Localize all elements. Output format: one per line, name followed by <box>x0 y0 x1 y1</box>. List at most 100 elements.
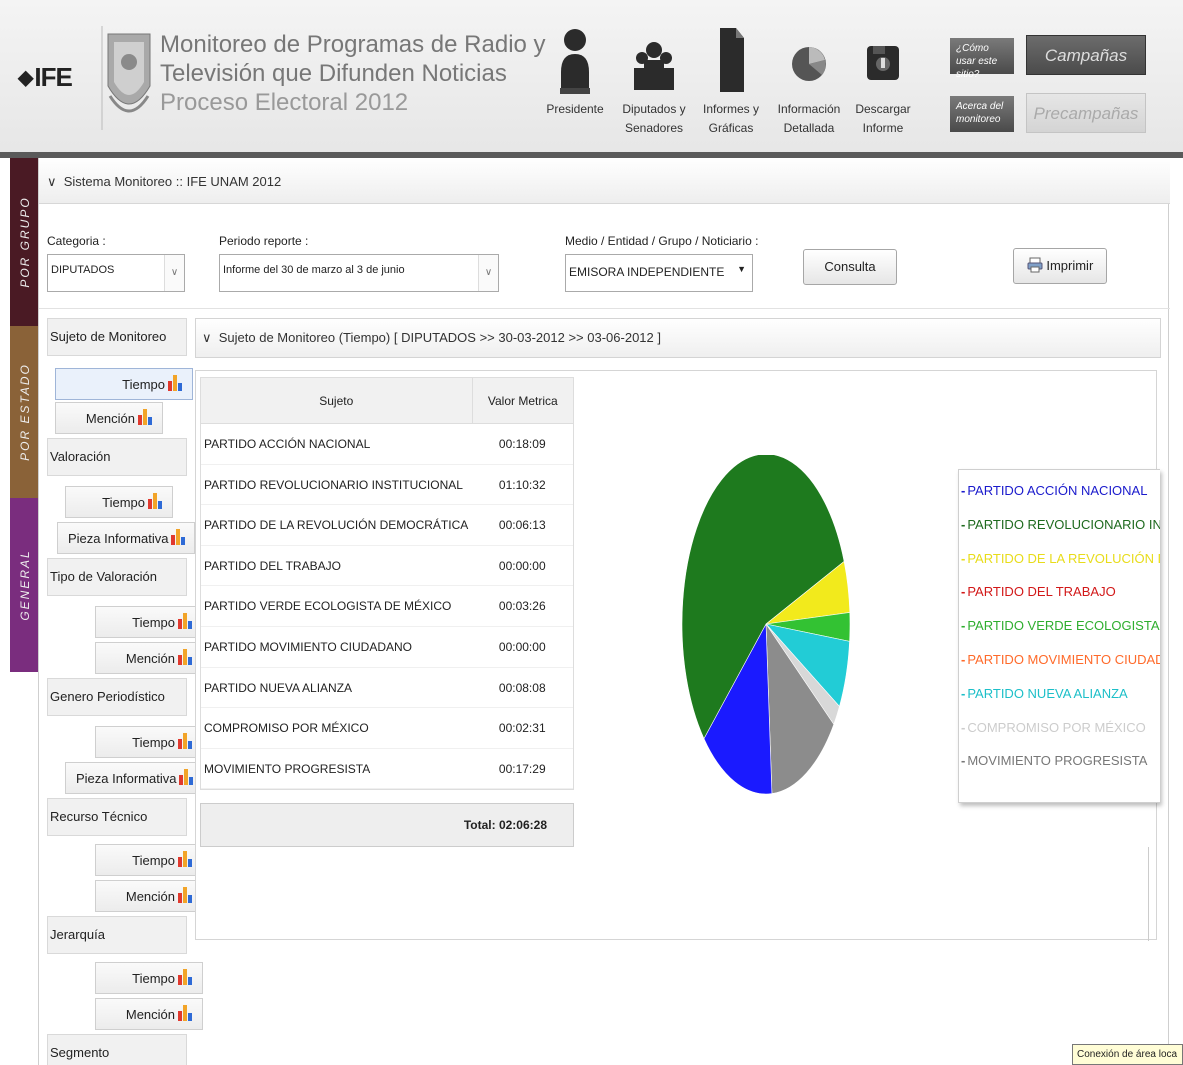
legend-swatch: - <box>961 516 966 532</box>
sidebar-report-button[interactable]: Tiempo <box>95 726 203 758</box>
nav-label: Diputados y Senadores <box>622 102 686 135</box>
sidebar-report-button[interactable]: Tiempo <box>95 844 203 876</box>
legend-item[interactable]: - PARTIDO DEL TRABAJO <box>959 575 1160 609</box>
legend-item[interactable]: - PARTIDO NUEVA ALIANZA <box>959 677 1160 711</box>
help-link[interactable]: ¿Cómo usar este sitio? <box>950 38 1014 80</box>
tab-general[interactable]: GENERAL <box>10 498 40 672</box>
sidebar-section-header[interactable]: Tipo de Valoración <box>47 558 187 596</box>
sidebar-section-header[interactable]: Genero Periodístico <box>47 678 187 716</box>
content-header-title: Sujeto de Monitoreo (Tiempo) [ DIPUTADOS… <box>218 330 661 345</box>
sidebar-section-header[interactable]: Sujeto de Monitoreo <box>47 318 187 356</box>
legend-item[interactable]: - PARTIDO REVOLUCIONARIO INS <box>959 508 1160 542</box>
nav-informes-graficas[interactable]: Informes y Gráficas <box>694 24 768 138</box>
main-frame: ∨ Sistema Monitoreo :: IFE UNAM 2012 Cat… <box>38 158 1170 1065</box>
legend-swatch: - <box>961 550 966 566</box>
system-bar: ∨ Sistema Monitoreo :: IFE UNAM 2012 <box>39 158 1170 204</box>
bar-chart-icon <box>135 409 152 426</box>
category-select[interactable]: DIPUTADOS ∨ <box>47 254 185 292</box>
nav-diputados-senadores[interactable]: Diputados y Senadores <box>616 24 692 138</box>
sidebar-button-label: Mención <box>125 889 175 904</box>
bar-chart-icon <box>176 769 194 786</box>
sidebar-report-button[interactable]: Pieza Informativa <box>65 762 203 794</box>
legend-item[interactable]: - PARTIDO MOVIMIENTO CIUDADA <box>959 643 1160 677</box>
sidebar-section-header[interactable]: Valoración <box>47 438 187 476</box>
print-label: Imprimir <box>1046 258 1094 273</box>
person-icon <box>560 29 590 94</box>
sidebar-report-button[interactable]: Tiempo <box>65 486 173 518</box>
nav-descargar-informe[interactable]: Descargar Informe <box>846 24 920 138</box>
cell-valor: 00:00:00 <box>498 639 546 654</box>
legend-item[interactable]: - PARTIDO ACCIÓN NACIONAL <box>959 474 1160 508</box>
sidebar-report-button[interactable]: Mención <box>95 642 203 674</box>
pie-chart-icon <box>792 47 826 81</box>
legend-label: PARTIDO DE LA REVOLUCIÓN DE <box>967 550 1160 566</box>
legend-label: COMPROMISO POR MÉXICO <box>967 719 1146 735</box>
category-value: DIPUTADOS <box>51 264 115 276</box>
nav-presidente[interactable]: Presidente <box>538 24 612 119</box>
app-title: Monitoreo de Programas de Radio y Televi… <box>160 30 546 117</box>
period-select[interactable]: Informe del 30 de marzo al 3 de junio ∨ <box>219 254 499 292</box>
legend-item[interactable]: - COMPROMISO POR MÉXICO <box>959 711 1160 745</box>
campaigns-button[interactable]: Campañas <box>1026 35 1146 75</box>
legend-item[interactable]: - PARTIDO DE LA REVOLUCIÓN DE <box>959 542 1160 576</box>
cell-valor: 00:02:31 <box>498 721 546 736</box>
sidebar-button-label: Pieza Informativa <box>76 771 177 786</box>
cell-valor: 01:10:32 <box>498 477 546 492</box>
cell-sujeto: PARTIDO MOVIMIENTO CIUDADANO <box>204 639 413 654</box>
table-row: PARTIDO REVOLUCIONARIO INSTITUCIONAL 01:1… <box>201 465 573 506</box>
sidebar-report-button[interactable]: Mención <box>95 998 203 1030</box>
diamond-icon: ◆ <box>18 67 33 89</box>
sidebar-section-header[interactable]: Recurso Técnico <box>47 798 187 836</box>
sidebar-report-button[interactable]: Tiempo <box>95 606 203 638</box>
legend-item[interactable]: - MOVIMIENTO PROGRESISTA <box>959 744 1160 778</box>
bar-chart-icon <box>175 851 192 868</box>
sidebar-report-button[interactable]: Tiempo <box>55 368 193 400</box>
sidebar-report-button[interactable]: Mención <box>55 402 163 434</box>
tab-label: GENERAL <box>18 549 32 621</box>
tab-label: POR ESTADO <box>18 363 32 461</box>
legend-label: PARTIDO REVOLUCIONARIO INS <box>967 516 1160 532</box>
tab-por-grupo[interactable]: POR GRUPO <box>10 158 40 326</box>
legend-swatch: - <box>961 584 966 600</box>
system-bar-title[interactable]: ∨ Sistema Monitoreo :: IFE UNAM 2012 <box>47 174 281 190</box>
column-header-sujeto[interactable]: Sujeto <box>201 378 472 423</box>
ife-logo-text: IFE <box>34 62 72 92</box>
nav-informacion-detallada[interactable]: Información Detallada <box>772 24 846 138</box>
document-icon <box>720 28 744 92</box>
legend-label: PARTIDO VERDE ECOLOGISTA D <box>967 618 1160 634</box>
content-header[interactable]: ∨ Sujeto de Monitoreo (Tiempo) [ DIPUTAD… <box>195 318 1161 358</box>
sidebar-section-header[interactable]: Segmento <box>47 1034 187 1065</box>
sidebar-section-header[interactable]: Jerarquía <box>47 916 187 954</box>
cell-sujeto: MOVIMIENTO PROGRESISTA <box>204 761 371 776</box>
print-button[interactable]: Imprimir <box>1013 248 1107 284</box>
table-row: PARTIDO DEL TRABAJO 00:00:00 <box>201 546 573 587</box>
table-row: PARTIDO MOVIMIENTO CIUDADANO 00:00:00 <box>201 627 573 668</box>
group-icon <box>634 42 674 90</box>
tab-por-estado[interactable]: POR ESTADO <box>10 326 40 498</box>
legend-swatch: - <box>961 685 966 701</box>
legend-swatch: - <box>961 753 966 769</box>
precampaigns-button[interactable]: Precampañas <box>1026 93 1146 133</box>
content-panel: Sujeto Valor Metrica PARTIDO ACCIÓN NACI… <box>195 370 1160 941</box>
period-label: Periodo reporte : <box>219 234 309 248</box>
cell-valor: 00:00:00 <box>498 558 546 573</box>
download-icon <box>867 46 899 80</box>
sidebar-report-button[interactable]: Pieza Informativa <box>57 522 195 554</box>
period-value: Informe del 30 de marzo al 3 de junio <box>223 264 405 276</box>
cell-valor: 00:03:26 <box>498 599 546 614</box>
legend-label: MOVIMIENTO PROGRESISTA <box>967 753 1148 769</box>
sidebar-report-button[interactable]: Mención <box>95 880 203 912</box>
sidebar-report-button[interactable]: Tiempo <box>95 962 203 994</box>
legend-item[interactable]: - PARTIDO VERDE ECOLOGISTA D <box>959 609 1160 643</box>
consult-button[interactable]: Consulta <box>803 249 897 285</box>
ife-logo[interactable]: ◆ IFE <box>18 62 73 93</box>
legend-label: PARTIDO MOVIMIENTO CIUDADA <box>967 651 1160 667</box>
unam-seal-icon <box>101 26 151 130</box>
bar-chart-icon <box>175 887 192 904</box>
about-link[interactable]: Acerca del monitoreo <box>950 96 1014 132</box>
media-select[interactable]: EMISORA INDEPENDIENTE ▼ <box>565 254 753 292</box>
app-title-line2: Televisión que Difunden Noticias <box>160 60 507 87</box>
column-header-valor[interactable]: Valor Metrica <box>471 378 573 423</box>
table-row: PARTIDO DE LA REVOLUCIÓN DEMOCRÁTICA 00:0… <box>201 505 573 546</box>
nav-label: Información Detallada <box>777 102 841 135</box>
